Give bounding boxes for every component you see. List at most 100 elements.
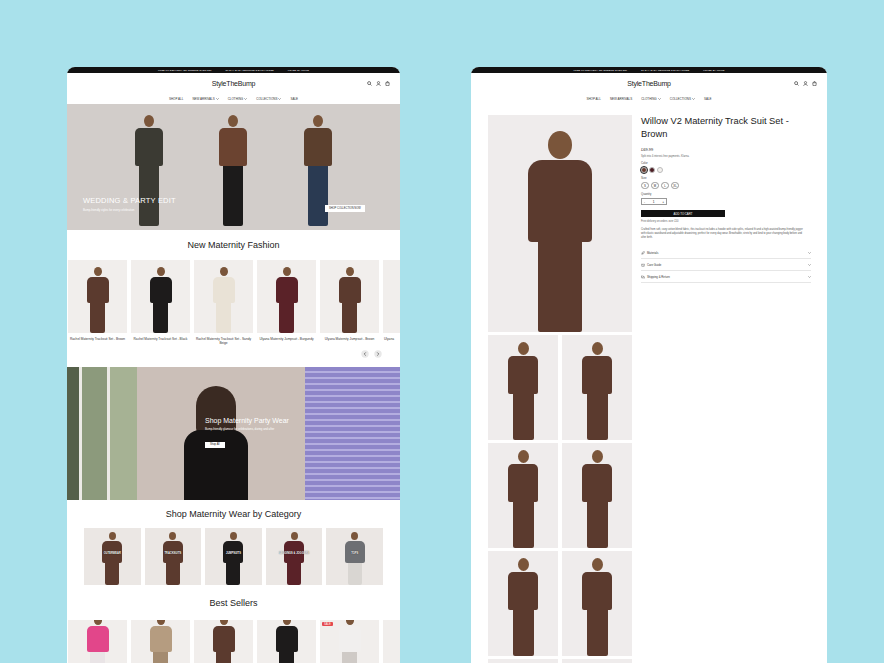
shop-all-button[interactable]: Shop All [205, 442, 225, 448]
color-swatch[interactable] [641, 167, 647, 173]
product-card[interactable] [68, 620, 127, 663]
hero-banner[interactable]: WEDDING & PARTY EDITBump-friendly styles… [67, 104, 400, 230]
quantity-value[interactable]: 1 [653, 200, 655, 204]
product-thumbnail[interactable] [562, 659, 632, 663]
nav-item[interactable]: SHOP ALL [169, 97, 183, 101]
color-swatch[interactable] [649, 167, 655, 173]
search-icon[interactable] [794, 81, 799, 86]
accordion-row[interactable]: Materials [641, 247, 811, 259]
model-figure [582, 558, 612, 656]
model-legs [587, 610, 608, 656]
category-label: LEGGINGS & JOGGERS [266, 552, 323, 555]
model-legs [153, 652, 168, 663]
account-icon[interactable] [803, 81, 808, 86]
product-thumbnail[interactable] [488, 659, 558, 663]
nav-item[interactable]: SHOP ALL [586, 97, 600, 101]
cart-icon[interactable] [385, 81, 390, 86]
size-options: SMLXL [641, 182, 811, 189]
product-thumbnail[interactable] [488, 551, 558, 656]
product-page-screen: FREE UK DELIVERY ON ORDERS OVER £5030 DA… [471, 67, 827, 663]
product-photo [383, 260, 400, 333]
logo[interactable]: StyleTheBump [212, 80, 256, 87]
model-top [508, 356, 538, 394]
decrease-button[interactable]: - [644, 200, 645, 204]
product-card[interactable] [383, 620, 400, 663]
category-card[interactable]: OUTERWEAR [84, 528, 141, 585]
party-banner-title: Shop Maternity Party Wear [205, 417, 289, 424]
product-thumbnail[interactable] [562, 443, 632, 548]
model-legs [216, 652, 231, 663]
model-dress [184, 430, 248, 500]
model-legs [342, 652, 357, 663]
product-card[interactable] [257, 620, 316, 663]
accordion-row[interactable]: Shipping & Return [641, 271, 811, 283]
category-card[interactable]: TOPS [326, 528, 383, 585]
product-card[interactable]: Rachel Maternity Tracksuit Set - Black [131, 260, 190, 347]
model-top [276, 277, 298, 303]
model-figure [276, 267, 298, 333]
size-option[interactable]: L [661, 182, 669, 189]
model-top [276, 626, 298, 652]
nav-item[interactable]: NEW ARRIVALS [610, 97, 632, 101]
product-card[interactable]: Rachel Maternity Tracksuit Set - Brown [68, 260, 127, 347]
category-card[interactable]: JUMPSUITS [205, 528, 262, 585]
installments-note: Split into 4 interest-free payments. Kla… [641, 155, 811, 158]
model-figure [339, 620, 361, 663]
category-card[interactable]: LEGGINGS & JOGGERS [266, 528, 323, 585]
product-card[interactable] [194, 620, 253, 663]
party-banner-text: Shop Maternity Party WearBump-friendly g… [205, 417, 289, 449]
party-wear-banner[interactable]: Shop Maternity Party WearBump-friendly g… [67, 367, 400, 500]
hero-button[interactable]: SHOP COLLECTION NOW [325, 205, 365, 212]
size-option[interactable]: S [641, 182, 649, 189]
nav-item[interactable]: SALE [290, 97, 298, 101]
size-option[interactable]: XL [671, 182, 679, 189]
category-card[interactable]: TRACKSUITS [145, 528, 202, 585]
product-thumbnail[interactable] [488, 335, 558, 440]
product-photo: SALE [320, 620, 379, 663]
increase-button[interactable]: + [662, 200, 664, 204]
main-product-photo[interactable] [488, 115, 632, 332]
product-thumbnail[interactable] [562, 335, 632, 440]
model-legs [587, 394, 608, 440]
product-price: £69.99 [641, 147, 811, 152]
nav-item[interactable]: NEW ARRIVALS [192, 97, 218, 101]
quantity-stepper: - 1 + [641, 198, 667, 205]
model-head [313, 115, 323, 127]
model-top [339, 626, 361, 652]
carousel-arrows [67, 347, 400, 367]
cart-icon[interactable] [812, 81, 817, 86]
model-head [230, 532, 237, 540]
color-swatch[interactable] [657, 167, 663, 173]
nav-item[interactable]: SALE [704, 97, 712, 101]
announcement-text: FREE UK DELIVERY ON ORDERS OVER £50 [158, 69, 212, 72]
accordion-label: Care Guide [647, 263, 806, 267]
product-card[interactable] [131, 620, 190, 663]
account-icon[interactable] [376, 81, 381, 86]
product-card[interactable]: Ulyana Maternity Jumpsuit - Brown [320, 260, 379, 347]
model-figure [150, 620, 172, 663]
color-label: Color [641, 161, 811, 165]
product-card[interactable]: Rachel Maternity Tracksuit Set - Sandy B… [194, 260, 253, 347]
product-card[interactable]: Ulyana Maternity Jumpsuit - Burgundy [257, 260, 316, 347]
accordion-row[interactable]: Care Guide [641, 259, 811, 271]
nav-item[interactable]: CLOTHING [641, 97, 661, 101]
chevron-down-icon [808, 276, 811, 278]
nav-item[interactable]: CLOTHING [228, 97, 248, 101]
homepage-screen: FREE UK DELIVERY ON ORDERS OVER £5030 DA… [67, 67, 400, 663]
product-thumbnail[interactable] [488, 443, 558, 548]
nav-item[interactable]: COLLECTIONS [256, 97, 281, 101]
add-to-cart-button[interactable]: ADD TO CART [641, 210, 725, 217]
model-legs [90, 303, 105, 333]
model-head [169, 532, 176, 540]
announcement-bar: FREE UK DELIVERY ON ORDERS OVER £5030 DA… [471, 67, 827, 73]
nav-item[interactable]: COLLECTIONS [670, 97, 695, 101]
product-card[interactable]: SALE [320, 620, 379, 663]
product-thumbnail[interactable] [562, 551, 632, 656]
next-arrow-icon[interactable] [374, 350, 382, 358]
size-option[interactable]: M [651, 182, 659, 189]
chevron-down-icon [808, 252, 811, 254]
logo[interactable]: StyleTheBump [627, 80, 671, 87]
search-icon[interactable] [367, 81, 372, 86]
prev-arrow-icon[interactable] [361, 350, 369, 358]
product-card[interactable]: Ulyana [383, 260, 400, 347]
